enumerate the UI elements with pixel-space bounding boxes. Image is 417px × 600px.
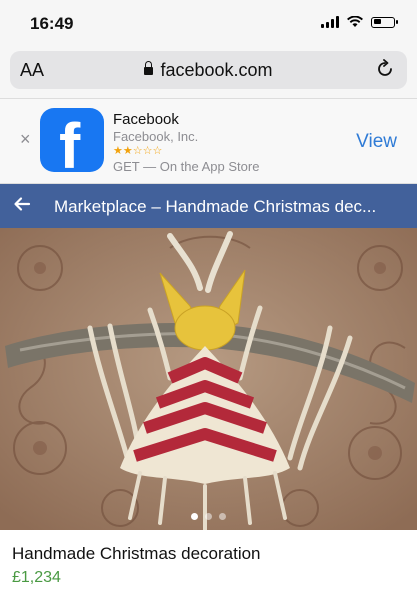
clock: 16:49: [30, 14, 74, 33]
battery-icon: [371, 16, 398, 28]
page-title: Marketplace – Handmade Christmas dec...: [54, 197, 377, 216]
pager-dot[interactable]: [205, 513, 212, 520]
facebook-logo-letter: f: [59, 110, 81, 172]
domain-text: facebook.com: [160, 60, 273, 80]
image-pager-dots[interactable]: [0, 513, 417, 520]
app-name: Facebook: [113, 111, 179, 128]
back-arrow-icon[interactable]: [12, 194, 32, 214]
close-banner-icon[interactable]: ×: [20, 129, 31, 150]
reload-icon[interactable]: [375, 59, 395, 79]
facebook-app-icon: f: [40, 108, 104, 172]
cellular-signal-icon: [321, 16, 339, 28]
app-developer: Facebook, Inc.: [113, 129, 199, 144]
lock-icon: [144, 61, 154, 75]
address-bar[interactable]: AA facebook.com: [10, 51, 407, 89]
pager-dot[interactable]: [219, 513, 226, 520]
wifi-icon: [347, 16, 363, 27]
rating-stars: ★★☆☆☆: [113, 145, 163, 157]
product-photo[interactable]: [0, 228, 417, 530]
status-icons: [321, 16, 398, 28]
pager-dot-active[interactable]: [191, 513, 198, 520]
app-store-text: GET — On the App Store: [113, 159, 260, 174]
browser-toolbar: AA facebook.com: [0, 48, 417, 99]
view-app-button[interactable]: View: [356, 131, 397, 153]
listing-title: Handmade Christmas decoration: [12, 544, 261, 563]
marketplace-header: Marketplace – Handmade Christmas dec...: [0, 184, 417, 228]
app-store-banner: × f Facebook Facebook, Inc. ★★☆☆☆ GET — …: [0, 99, 417, 184]
listing-price: £1,234: [12, 569, 61, 586]
macrame-christmas-tree-image: [0, 228, 417, 530]
status-bar: 16:49: [0, 0, 417, 48]
address-domain[interactable]: facebook.com: [10, 60, 407, 81]
